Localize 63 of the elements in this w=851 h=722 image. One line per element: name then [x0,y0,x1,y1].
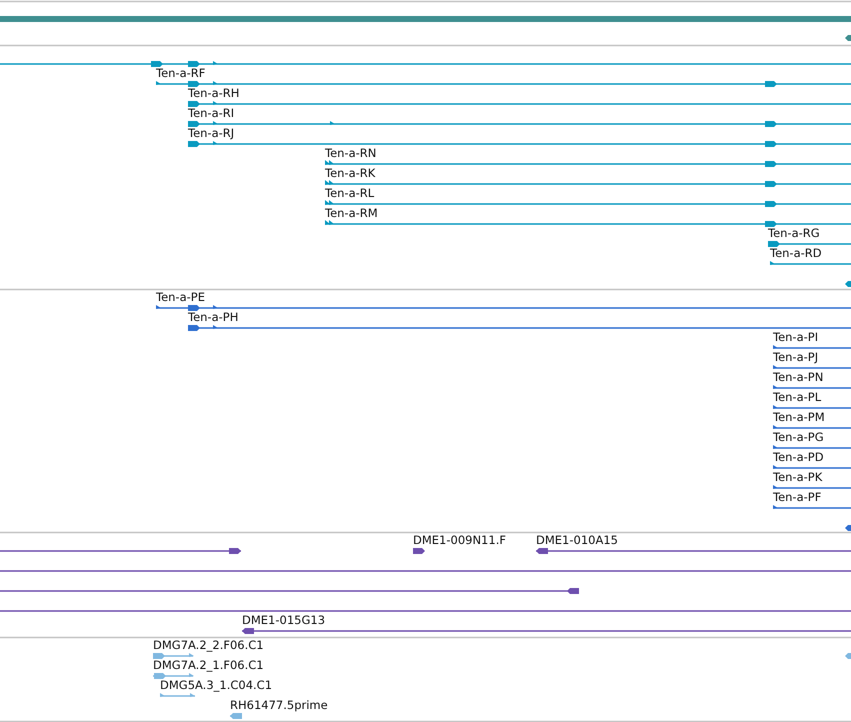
transcript-drawing[interactable] [773,365,851,369]
transcript-drawing[interactable] [156,81,851,87]
transcript-drawing[interactable] [188,141,851,147]
feature-label: Ten-a-RD [770,246,822,260]
feature-label: Ten-a-RG [768,226,820,240]
est-drawing[interactable] [845,653,851,659]
transcript-drawing[interactable] [845,281,851,287]
est-drawing[interactable] [160,693,195,697]
transcript-drawing[interactable] [0,61,851,67]
clone-drawing[interactable] [0,588,579,594]
feature-label: Ten-a-PH [188,310,238,324]
feature-label: Ten-a-RJ [188,126,234,140]
transcript-drawing[interactable] [773,485,851,489]
est-drawing[interactable] [153,673,194,679]
feature-label: RH61477.5prime [230,698,328,712]
feature-label: Ten-a-PF [773,490,822,504]
transcript-drawing[interactable] [325,160,851,167]
feature-label: Ten-a-RM [325,206,378,220]
feature-label: Ten-a-PG [773,430,824,444]
feature-label: Ten-a-PM [773,410,825,424]
transcript-drawing[interactable] [773,445,851,449]
feature-label: Ten-a-RN [325,146,376,160]
feature-label: Ten-a-PD [773,450,824,464]
feature-label: Ten-a-RL [325,186,374,200]
feature-label: Ten-a-RH [188,86,240,100]
transcript-drawing[interactable] [773,345,851,349]
transcript-drawing[interactable] [773,465,851,469]
est-drawing[interactable] [230,713,242,719]
transcript-drawing[interactable] [325,200,851,207]
feature-label: DME1-010A15 [536,533,618,547]
feature-drawing[interactable] [845,35,851,41]
clone-drawing[interactable] [0,548,241,554]
feature-label: Ten-a-PL [773,390,822,404]
transcript-drawing[interactable] [188,121,851,127]
feature-label: Ten-a-PE [156,290,205,304]
feature-label: Ten-a-PJ [773,350,818,364]
transcript-drawing[interactable] [325,220,851,227]
transcript-drawing[interactable] [845,525,851,531]
transcript-drawing[interactable] [773,505,851,509]
feature-label: DME1-015G13 [242,613,326,627]
feature-label: DMG7A.2_2.F06.C1 [153,638,264,652]
transcript-drawing[interactable] [156,305,851,311]
feature-label: Ten-a-PK [773,470,822,484]
clone-drawing[interactable] [413,548,425,554]
transcript-drawing[interactable] [768,241,851,247]
feature-label: Ten-a-RI [188,106,234,120]
transcript-drawing[interactable] [770,261,851,265]
feature-label: Ten-a-PN [773,370,824,384]
transcript-drawing[interactable] [773,385,851,389]
feature-label: Ten-a-PI [773,330,818,344]
transcript-drawing[interactable] [773,425,851,429]
feature-label: Ten-a-RK [325,166,376,180]
clone-drawing[interactable] [242,628,851,634]
feature-label: Ten-a-RF [156,66,206,80]
feature-label: DME1-009N11.F [413,533,506,547]
transcript-drawing[interactable] [188,101,851,107]
transcript-drawing[interactable] [188,325,851,331]
clone-drawing[interactable] [536,548,851,554]
feature-label: DMG5A.3_1.C04.C1 [160,678,272,692]
est-drawing[interactable] [153,653,194,659]
feature-label: DMG7A.2_1.F06.C1 [153,658,264,672]
transcript-drawing[interactable] [325,180,851,187]
transcript-drawing[interactable] [773,405,851,409]
